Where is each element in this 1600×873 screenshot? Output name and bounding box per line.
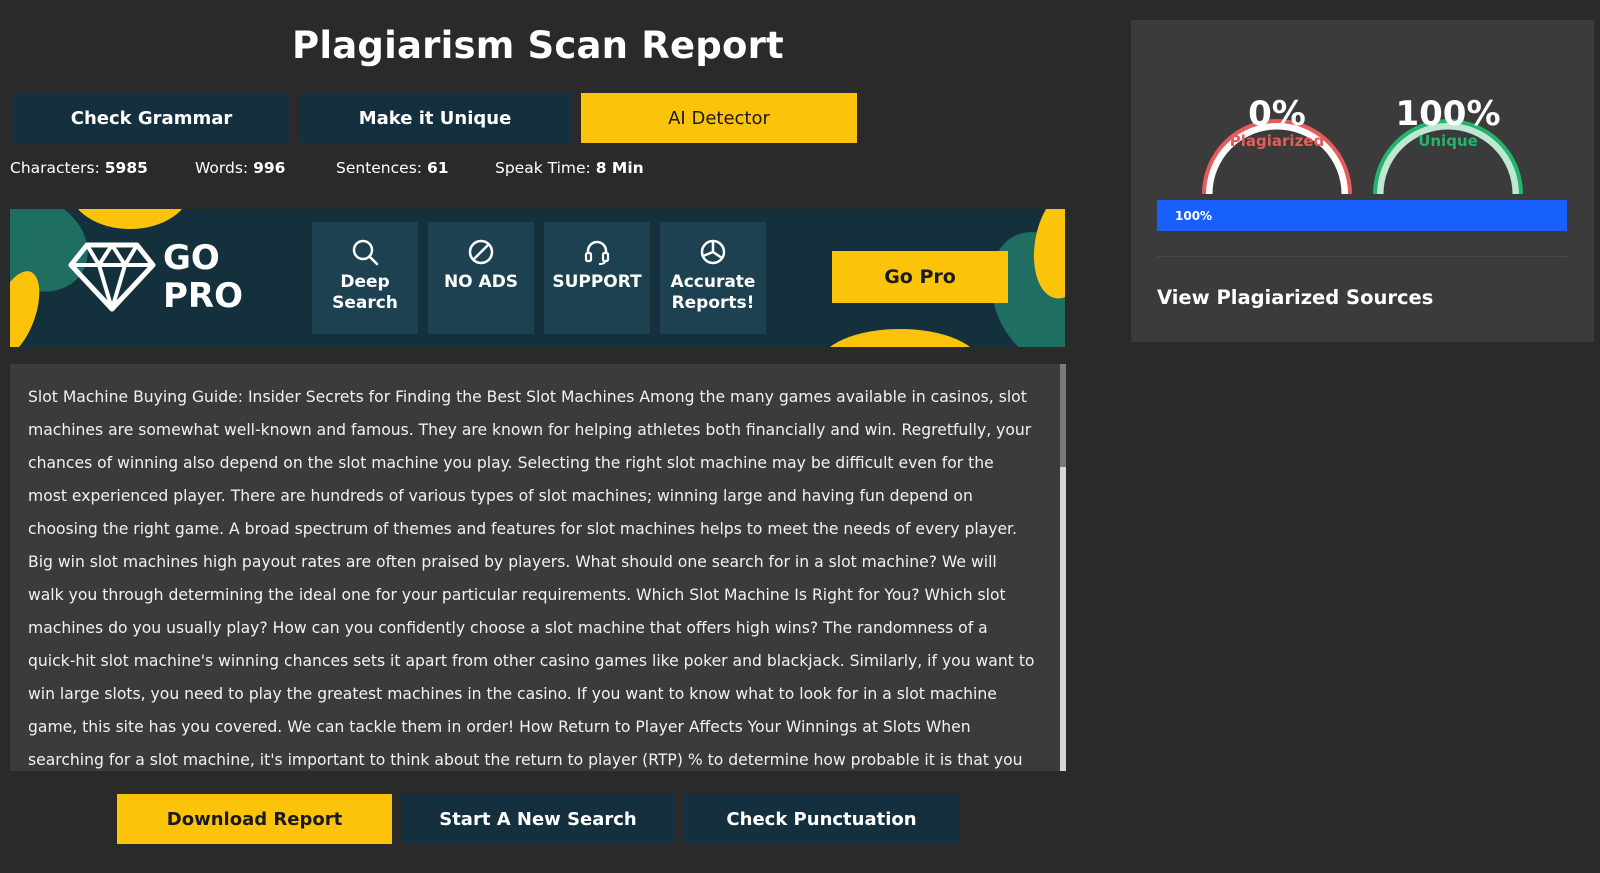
feature-accurate-reports: Accurate Reports!	[660, 222, 766, 334]
feature-label: Search	[332, 293, 398, 313]
feature-label: SUPPORT	[552, 272, 642, 292]
view-sources-link[interactable]: View Plagiarized Sources	[1157, 286, 1433, 309]
go-pro-heading: GO PRO	[163, 239, 243, 315]
unique-percent: 100%	[1395, 94, 1501, 134]
stat-characters: Characters: 5985	[10, 159, 148, 177]
stat-words: Words: 996	[195, 159, 285, 177]
go-pro-line1: GO	[163, 238, 220, 278]
stat-value: 996	[253, 159, 286, 177]
page-title: Plagiarism Scan Report	[292, 24, 784, 67]
stat-label: Speak Time:	[495, 159, 591, 177]
unique-label: Unique	[1418, 132, 1478, 150]
stat-speak-time: Speak Time: 8 Min	[495, 159, 644, 177]
decor-blob	[70, 209, 190, 229]
go-pro-button[interactable]: Go Pro	[832, 251, 1008, 303]
stat-value: 8 Min	[595, 159, 644, 177]
scanned-text-area[interactable]: Slot Machine Buying Guide: Insider Secre…	[10, 364, 1066, 771]
feature-label: Reports!	[671, 293, 755, 313]
go-pro-line2: PRO	[163, 276, 244, 316]
stat-sentences: Sentences: 61	[336, 159, 449, 177]
results-panel: 0% Plagiarized 100% Unique 100% View Pla…	[1131, 20, 1594, 342]
decor-blob	[820, 329, 980, 347]
plagiarized-percent: 0%	[1248, 94, 1306, 134]
unique-gauge: 100% Unique	[1371, 54, 1525, 198]
check-punctuation-button[interactable]: Check Punctuation	[684, 794, 959, 844]
stat-label: Sentences:	[336, 159, 422, 177]
stat-value: 61	[426, 159, 449, 177]
feature-support: SUPPORT	[544, 222, 650, 334]
feature-label: Accurate	[670, 272, 756, 292]
scrollbar-thumb[interactable]	[1060, 364, 1066, 467]
plagiarized-label: Plagiarized	[1229, 132, 1325, 150]
new-search-button[interactable]: Start A New Search	[401, 794, 675, 844]
feature-no-ads: NO ADS	[428, 222, 534, 334]
search-icon	[352, 239, 379, 266]
plagiarized-gauge: 0% Plagiarized	[1200, 54, 1354, 198]
unique-progress-bar: 100%	[1157, 200, 1567, 231]
make-unique-button[interactable]: Make it Unique	[299, 93, 571, 143]
ai-detector-button[interactable]: AI Detector	[581, 93, 857, 143]
download-report-button[interactable]: Download Report	[117, 794, 392, 844]
divider	[1157, 256, 1567, 257]
check-grammar-button[interactable]: Check Grammar	[14, 93, 289, 143]
feature-label: NO ADS	[443, 272, 519, 292]
go-pro-banner: GO PRO Deep Search NO ADS SUPPORT Accura…	[10, 209, 1065, 347]
stat-value: 5985	[104, 159, 148, 177]
feature-label: Deep	[340, 272, 390, 292]
pie-chart-icon	[700, 239, 726, 265]
progress-fill: 100%	[1157, 200, 1567, 231]
scanned-text: Slot Machine Buying Guide: Insider Secre…	[28, 388, 1035, 769]
no-ads-icon	[468, 239, 494, 265]
headset-icon	[584, 240, 610, 265]
feature-deep-search: Deep Search	[312, 222, 418, 334]
diamond-icon	[68, 242, 156, 312]
stat-label: Characters:	[10, 159, 100, 177]
stat-label: Words:	[195, 159, 249, 177]
